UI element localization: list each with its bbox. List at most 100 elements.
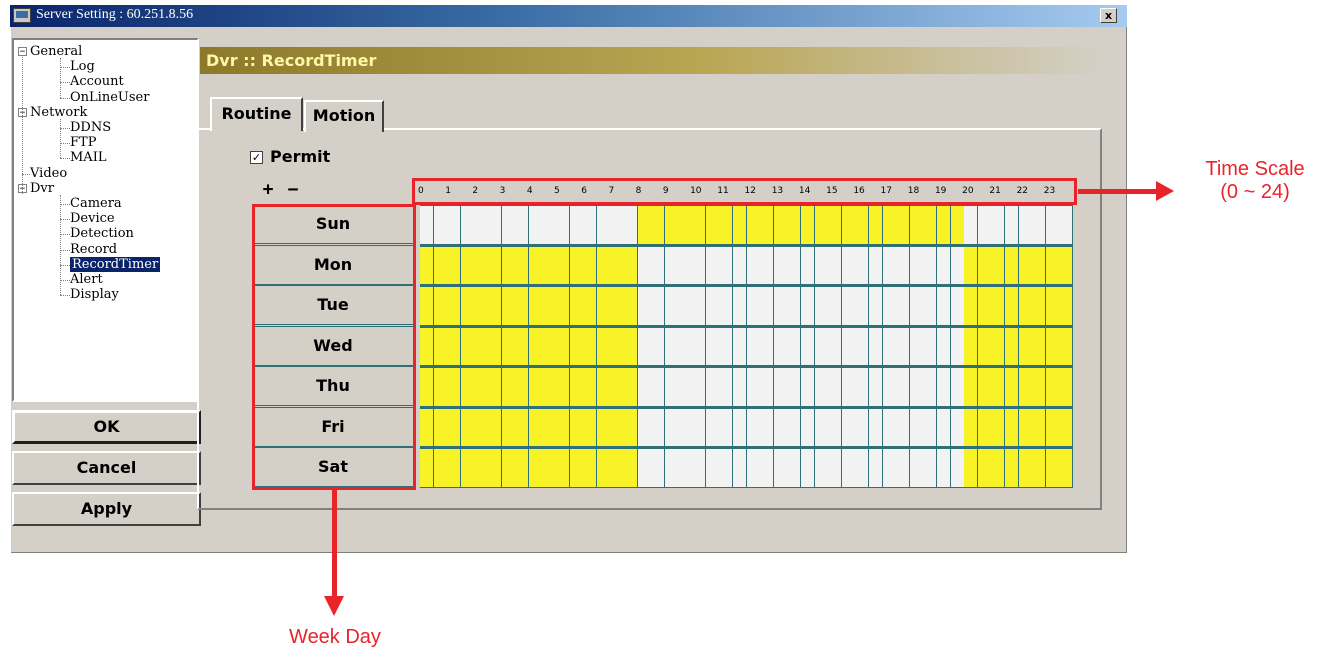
schedule-cell[interactable] [1059, 327, 1074, 365]
settings-tree[interactable]: − General Log Account OnLineUser − Network DDNS… [12, 38, 199, 402]
schedule-cell[interactable] [556, 368, 571, 406]
schedule-cell[interactable] [773, 246, 788, 284]
schedule-cell[interactable] [855, 408, 870, 446]
schedule-cell[interactable] [732, 246, 747, 284]
schedule-cell[interactable] [664, 449, 679, 487]
schedule-cell[interactable] [420, 206, 435, 244]
schedule-cell[interactable] [800, 246, 815, 284]
schedule-cell[interactable] [841, 327, 856, 365]
ok-button[interactable]: OK [12, 410, 201, 444]
schedule-cell[interactable] [596, 206, 611, 244]
schedule-cell[interactable] [868, 327, 884, 365]
schedule-cell[interactable] [1032, 327, 1047, 365]
tree-item-display[interactable]: Display [70, 287, 119, 302]
schedule-cell[interactable] [896, 206, 911, 244]
schedule-cell[interactable] [583, 287, 598, 325]
schedule-cell[interactable] [719, 206, 734, 244]
schedule-cell[interactable] [678, 327, 693, 365]
schedule-cell[interactable] [896, 408, 911, 446]
schedule-cell[interactable] [610, 246, 625, 284]
schedule-cell[interactable] [705, 246, 720, 284]
schedule-cell[interactable] [964, 327, 979, 365]
schedule-cell[interactable] [596, 287, 611, 325]
schedule-cell[interactable] [950, 449, 965, 487]
schedule-cell[interactable] [909, 327, 924, 365]
schedule-cell[interactable] [950, 246, 965, 284]
schedule-cell[interactable] [1004, 449, 1020, 487]
schedule-cell[interactable] [1045, 449, 1060, 487]
schedule-cell[interactable] [460, 246, 475, 284]
schedule-cell[interactable] [515, 287, 530, 325]
schedule-cell[interactable] [637, 408, 652, 446]
schedule-cell[interactable] [528, 327, 543, 365]
schedule-cell[interactable] [991, 246, 1006, 284]
schedule-cell[interactable] [773, 327, 788, 365]
schedule-cell[interactable] [1059, 246, 1074, 284]
schedule-cell[interactable] [624, 246, 639, 284]
schedule-cell[interactable] [624, 206, 639, 244]
schedule-cell[interactable] [1004, 408, 1020, 446]
schedule-cell[interactable] [964, 408, 979, 446]
schedule-cell[interactable] [637, 449, 652, 487]
schedule-cell[interactable] [610, 449, 625, 487]
schedule-cell[interactable] [841, 408, 856, 446]
schedule-cell[interactable] [515, 408, 530, 446]
schedule-cell[interactable] [651, 246, 666, 284]
schedule-cell[interactable] [610, 408, 625, 446]
tree-item-account[interactable]: Account [70, 74, 124, 89]
schedule-cell[interactable] [977, 449, 992, 487]
schedule-cell[interactable] [1045, 206, 1060, 244]
schedule-cell[interactable] [882, 327, 897, 365]
schedule-cell[interactable] [868, 368, 884, 406]
tree-item-recordtimer[interactable]: RecordTimer [70, 256, 161, 272]
schedule-cell[interactable] [896, 327, 911, 365]
schedule-cell[interactable] [855, 287, 870, 325]
tree-item-mail[interactable]: MAIL [70, 150, 106, 165]
schedule-cell[interactable] [433, 408, 448, 446]
schedule-cell[interactable] [528, 246, 543, 284]
schedule-cell[interactable] [556, 327, 571, 365]
schedule-cell[interactable] [664, 206, 679, 244]
schedule-cell[interactable] [596, 368, 611, 406]
schedule-cell[interactable] [746, 206, 761, 244]
schedule-cell[interactable] [991, 368, 1006, 406]
tree-item-record[interactable]: Record [70, 242, 117, 257]
schedule-cell[interactable] [964, 246, 979, 284]
schedule-cell[interactable] [909, 287, 924, 325]
schedule-cell[interactable] [596, 449, 611, 487]
schedule-cell[interactable] [719, 327, 734, 365]
schedule-cell[interactable] [882, 408, 897, 446]
schedule-cell[interactable] [909, 408, 924, 446]
permit-checkbox[interactable]: ✓ [250, 151, 263, 164]
schedule-cell[interactable] [542, 206, 557, 244]
schedule-cell[interactable] [896, 368, 911, 406]
schedule-cell[interactable] [542, 287, 557, 325]
schedule-cell[interactable] [950, 206, 965, 244]
schedule-cell[interactable] [787, 206, 802, 244]
schedule-cell[interactable] [923, 206, 938, 244]
schedule-cell[interactable] [1004, 206, 1020, 244]
schedule-cell[interactable] [651, 327, 666, 365]
schedule-cell[interactable] [705, 287, 720, 325]
schedule-cell[interactable] [474, 246, 489, 284]
schedule-cell[interactable] [528, 368, 543, 406]
schedule-cell[interactable] [909, 206, 924, 244]
schedule-cell[interactable] [692, 408, 707, 446]
schedule-cell[interactable] [732, 408, 747, 446]
schedule-cell[interactable] [501, 246, 516, 284]
schedule-cell[interactable] [664, 408, 679, 446]
schedule-cell[interactable] [664, 246, 679, 284]
tree-item-dvr[interactable]: Dvr [30, 181, 54, 196]
schedule-cell[interactable] [528, 449, 543, 487]
schedule-cell[interactable] [814, 287, 829, 325]
schedule-cell[interactable] [1045, 287, 1060, 325]
schedule-cell[interactable] [909, 368, 924, 406]
schedule-cell[interactable] [841, 246, 856, 284]
schedule-cell[interactable] [447, 408, 462, 446]
schedule-cell[interactable] [664, 287, 679, 325]
tab-motion[interactable]: Motion [304, 100, 384, 132]
schedule-cell[interactable] [787, 246, 802, 284]
schedule-cell[interactable] [814, 368, 829, 406]
cancel-button[interactable]: Cancel [12, 451, 201, 485]
schedule-cell[interactable] [420, 287, 435, 325]
